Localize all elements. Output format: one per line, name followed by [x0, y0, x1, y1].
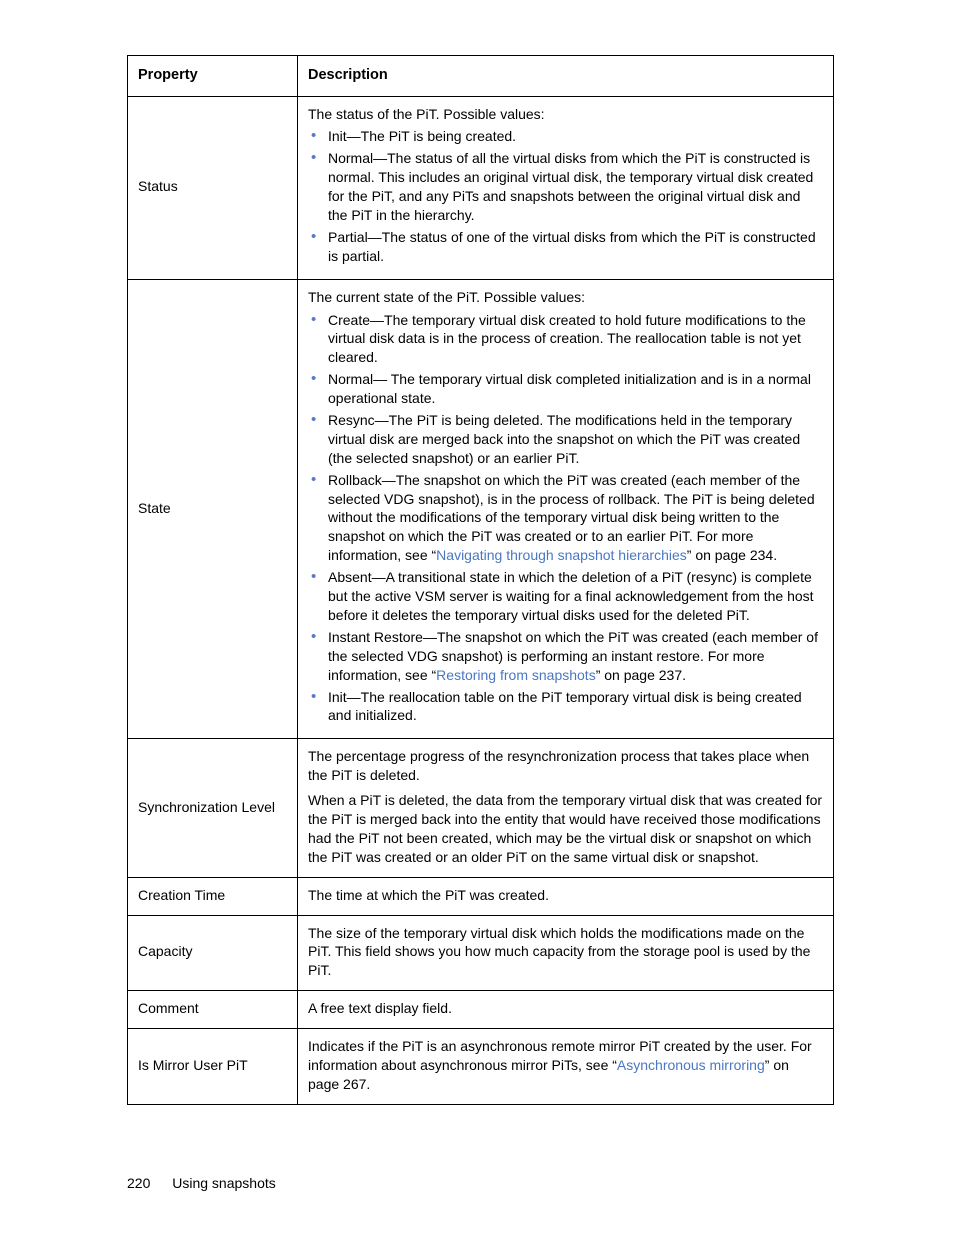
- table-row: Creation Time The time at which the PiT …: [128, 877, 834, 915]
- page-number: 220: [127, 1175, 150, 1191]
- list-item: Create—The temporary virtual disk create…: [326, 311, 823, 368]
- section-title: Using snapshots: [172, 1175, 276, 1191]
- paragraph: The percentage progress of the resynchro…: [308, 747, 823, 785]
- property-description: A free text display field.: [298, 991, 834, 1029]
- property-name: Capacity: [128, 915, 298, 991]
- lead-text: The status of the PiT. Possible values:: [308, 105, 823, 124]
- property-description: The status of the PiT. Possible values: …: [298, 96, 834, 279]
- cross-reference-link[interactable]: Restoring from snapshots: [436, 667, 596, 683]
- document-page: Property Description Status The status o…: [0, 0, 954, 1235]
- property-description: The percentage progress of the resynchro…: [298, 739, 834, 877]
- property-name: Comment: [128, 991, 298, 1029]
- lead-text: The current state of the PiT. Possible v…: [308, 288, 823, 307]
- property-description: The size of the temporary virtual disk w…: [298, 915, 834, 991]
- list-item: Partial—The status of one of the virtual…: [326, 228, 823, 266]
- list-item: Resync—The PiT is being deleted. The mod…: [326, 411, 823, 468]
- page-footer: 220 Using snapshots: [127, 1175, 276, 1191]
- paragraph: A free text display field.: [308, 999, 823, 1018]
- property-description: Indicates if the PiT is an asynchronous …: [298, 1029, 834, 1105]
- list-item: Init—The PiT is being created.: [326, 127, 823, 146]
- property-name: Status: [128, 96, 298, 279]
- header-property: Property: [128, 56, 298, 97]
- table-row: Is Mirror User PiT Indicates if the PiT …: [128, 1029, 834, 1105]
- property-name: Creation Time: [128, 877, 298, 915]
- bullet-list: Create—The temporary virtual disk create…: [308, 311, 823, 726]
- paragraph: Indicates if the PiT is an asynchronous …: [308, 1037, 823, 1094]
- property-description: The current state of the PiT. Possible v…: [298, 279, 834, 739]
- table-row: State The current state of the PiT. Poss…: [128, 279, 834, 739]
- property-name: State: [128, 279, 298, 739]
- table-row: Status The status of the PiT. Possible v…: [128, 96, 834, 279]
- table-row: Synchronization Level The percentage pro…: [128, 739, 834, 877]
- paragraph: When a PiT is deleted, the data from the…: [308, 791, 823, 867]
- cross-reference-link[interactable]: Navigating through snapshot hierarchies: [436, 547, 687, 563]
- property-description: The time at which the PiT was created.: [298, 877, 834, 915]
- paragraph: The size of the temporary virtual disk w…: [308, 924, 823, 981]
- list-item: Instant Restore—The snapshot on which th…: [326, 628, 823, 685]
- list-item: Normal—The status of all the virtual dis…: [326, 149, 823, 225]
- property-name: Synchronization Level: [128, 739, 298, 877]
- properties-table: Property Description Status The status o…: [127, 55, 834, 1105]
- paragraph: The time at which the PiT was created.: [308, 886, 823, 905]
- header-description: Description: [298, 56, 834, 97]
- property-name: Is Mirror User PiT: [128, 1029, 298, 1105]
- list-item: Rollback—The snapshot on which the PiT w…: [326, 471, 823, 565]
- cross-reference-link[interactable]: Asynchronous mirroring: [617, 1057, 765, 1073]
- table-header-row: Property Description: [128, 56, 834, 97]
- list-item: Init—The reallocation table on the PiT t…: [326, 688, 823, 726]
- table-row: Comment A free text display field.: [128, 991, 834, 1029]
- list-item: Absent—A transitional state in which the…: [326, 568, 823, 625]
- table-row: Capacity The size of the temporary virtu…: [128, 915, 834, 991]
- bullet-list: Init—The PiT is being created. Normal—Th…: [308, 127, 823, 265]
- list-item: Normal— The temporary virtual disk compl…: [326, 370, 823, 408]
